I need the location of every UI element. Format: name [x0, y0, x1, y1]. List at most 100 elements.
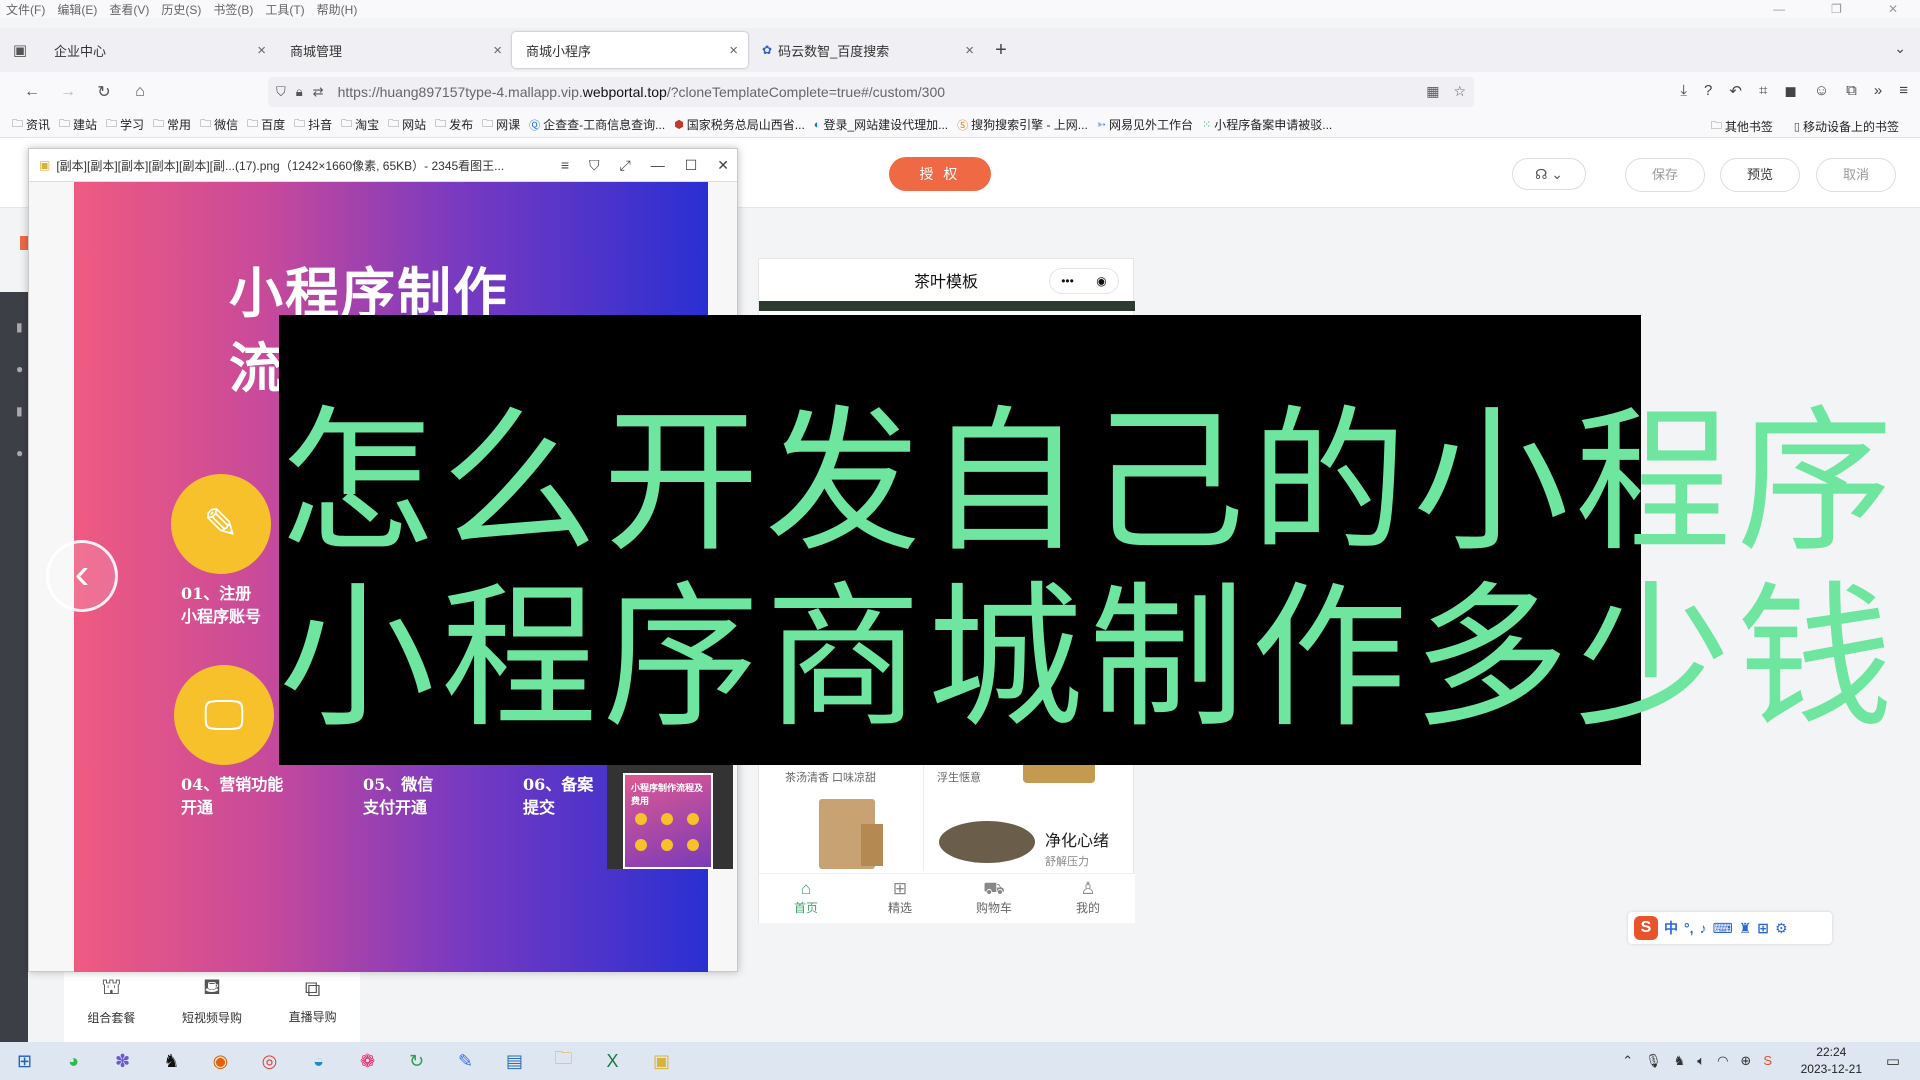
sidebar-drag-icon[interactable]: ● — [16, 362, 28, 376]
bookmark-folder[interactable]: 🗀 抖音 — [294, 115, 332, 134]
app-flower-icon[interactable]: ✽ — [98, 1051, 147, 1072]
close-icon[interactable]: ✕ — [1888, 2, 1898, 16]
keyboard-icon[interactable]: ⌨ — [1713, 920, 1733, 937]
back-icon[interactable]: ← — [14, 83, 50, 101]
lock-icon[interactable]: 🔒︎ — [296, 84, 303, 100]
bookmark-folder[interactable]: 🗀 资讯 — [12, 115, 50, 134]
image-viewer-app-icon[interactable]: ▣ — [637, 1051, 686, 1072]
ime-globe-icon[interactable]: ⊕ — [1740, 1053, 1751, 1069]
bookmark-folder[interactable]: 🗀 常用 — [153, 115, 191, 134]
bookmark-folder[interactable]: 🗀 建站 — [59, 115, 97, 134]
firefox-icon[interactable]: ◉ — [196, 1051, 245, 1072]
bookmark-folder[interactable]: 🗀 微信 — [200, 115, 238, 134]
file-explorer-icon[interactable]: 🗀 — [539, 1046, 588, 1076]
thumbnail-image[interactable]: 小程序制作流程及费用 — [623, 773, 713, 869]
fullscreen-icon[interactable]: ⤢ — [620, 157, 631, 174]
microphone-icon[interactable]: 🎙︎ — [1645, 1053, 1662, 1069]
punctuation-icon[interactable]: °, — [1684, 920, 1694, 936]
undo-icon[interactable]: ↶ — [1729, 82, 1742, 100]
minimize-icon[interactable]: — — [651, 157, 665, 174]
qq-penguin-icon[interactable]: ♞ — [147, 1051, 196, 1072]
previous-image-icon[interactable]: ‹ — [46, 540, 118, 612]
tab-profile[interactable]: ♙ 我的 — [1041, 874, 1135, 923]
sidebar-page-icon[interactable]: ▮ — [16, 320, 28, 334]
tab-cart[interactable]: ⛟ 购物车 — [947, 874, 1041, 923]
tea-leaves-image[interactable] — [939, 821, 1035, 863]
toolbox-icon[interactable]: ⊞ — [1757, 920, 1769, 937]
shield-icon[interactable]: ⛉ — [276, 84, 286, 100]
minimize-icon[interactable]: — — [1773, 2, 1785, 16]
wechat-icon[interactable]: ◕ — [49, 1051, 98, 1072]
chevron-down-icon[interactable]: ⌄ — [1894, 40, 1906, 57]
extensions-icon[interactable]: ⧉ — [1846, 82, 1857, 100]
tab-close-icon[interactable]: × — [729, 42, 738, 59]
combo-package-tool[interactable]: ⛫ 组合套餐 — [87, 974, 135, 1026]
hamburger-menu-icon[interactable]: ≡ — [1899, 82, 1908, 100]
authorize-button[interactable]: 授 权 — [889, 157, 991, 191]
live-stream-tool[interactable]: ⧉ 直播导购 — [289, 976, 337, 1025]
notes-app-icon[interactable]: ✎ — [441, 1051, 490, 1072]
menu-tools[interactable]: 工具(T) — [265, 1, 304, 18]
chrome-icon[interactable]: ◎ — [245, 1051, 294, 1072]
tab-mall-admin[interactable]: 商城管理 × — [276, 32, 512, 68]
menu-history[interactable]: 历史(S) — [161, 1, 201, 18]
ime-mode-label[interactable]: 中 — [1664, 918, 1678, 938]
bookmark-folder[interactable]: 🗀 发布 — [435, 115, 473, 134]
volume-icon[interactable]: 🔈︎ — [1697, 1053, 1705, 1069]
close-icon[interactable]: ✕ — [717, 157, 729, 174]
menu-file[interactable]: 文件(F) — [6, 1, 45, 18]
bookmark-star-icon[interactable]: ☆ — [1453, 83, 1466, 100]
tab-close-icon[interactable]: × — [965, 42, 974, 59]
tab-close-icon[interactable]: × — [257, 42, 266, 59]
other-bookmarks[interactable]: 🗀 其他书签 — [1711, 117, 1773, 136]
clock[interactable]: 22:24 2023-12-21 — [1801, 1044, 1862, 1078]
home-icon[interactable]: ⌂ — [122, 83, 158, 101]
bookmark-link[interactable]: ⬢ 国家税务总局山西省... — [674, 116, 805, 133]
tab-enterprise[interactable]: 企业中心 × — [40, 32, 276, 68]
preview-button[interactable]: 预览 — [1720, 158, 1800, 192]
target-close-icon[interactable]: ◉ — [1096, 274, 1106, 288]
new-tab-icon[interactable]: + — [984, 39, 1018, 62]
qq-tray-icon[interactable]: ♞ — [1674, 1053, 1686, 1069]
forward-icon[interactable]: → — [50, 83, 86, 101]
sidebar-module-icon[interactable]: ▮ — [16, 404, 28, 418]
windows-start-icon[interactable]: ⊞ — [0, 1051, 49, 1072]
green-app-icon[interactable]: ↻ — [392, 1051, 441, 1072]
skin-shirt-icon[interactable]: ♜ — [1739, 920, 1752, 937]
bookmark-link[interactable]: Ⓠ 企查查-工商信息查询... — [529, 116, 665, 133]
bookmark-folder[interactable]: 🗀 淘宝 — [341, 115, 379, 134]
tab-mall-miniprogram[interactable]: 商城小程序 × — [512, 32, 748, 68]
tab-home[interactable]: ⌂ 首页 — [759, 874, 853, 923]
address-bar[interactable]: ⛉ 🔒︎ ⇄ https://huang897157type-4.mallapp… — [268, 77, 1474, 107]
bookmark-link[interactable]: ⁙ 小程序备案申请被驳... — [1202, 116, 1332, 133]
customer-service-button[interactable]: ☊ ⌄ — [1512, 158, 1586, 190]
crop-icon[interactable]: ⌗ — [1759, 82, 1767, 100]
reload-icon[interactable]: ↻ — [86, 82, 122, 102]
restore-icon[interactable]: ❐ — [1831, 2, 1842, 16]
excel-icon[interactable]: X — [588, 1051, 637, 1072]
extension-mask-icon[interactable]: ◼ — [1784, 82, 1796, 100]
bookmark-folder[interactable]: 🗀 百度 — [247, 115, 285, 134]
bookmark-link[interactable]: Ⓢ 搜狗搜索引擎 - 上网... — [957, 116, 1088, 133]
skin-icon[interactable]: ⛉ — [589, 157, 600, 174]
sidebar-push-icon[interactable]: ● — [16, 446, 28, 460]
maximize-icon[interactable]: ☐ — [685, 157, 698, 174]
tab-featured[interactable]: ⊞ 精选 — [853, 874, 947, 923]
permissions-icon[interactable]: ⇄ — [313, 84, 324, 100]
edge-icon[interactable]: ◒ — [294, 1051, 343, 1072]
menu-icon[interactable]: ≡ — [561, 157, 569, 174]
tab-list-icon[interactable]: ▣ — [0, 41, 40, 59]
sogou-logo-icon[interactable]: S — [1634, 916, 1658, 940]
mobile-bookmarks[interactable]: ▯ 移动设备上的书签 — [1794, 117, 1899, 136]
window-app-icon[interactable]: ▤ — [490, 1051, 539, 1072]
menu-help[interactable]: 帮助(H) — [317, 1, 358, 18]
notification-icon[interactable]: ▭ — [1886, 1052, 1900, 1070]
more-tools-icon[interactable]: » — [1874, 82, 1882, 100]
more-dots-icon[interactable]: ••• — [1061, 274, 1074, 288]
bookmark-folder[interactable]: 🗀 学习 — [106, 115, 144, 134]
color-picker-icon[interactable]: ❁ — [343, 1051, 392, 1072]
tab-close-icon[interactable]: × — [493, 42, 502, 59]
download-icon[interactable]: ⤓ — [1680, 82, 1687, 100]
menu-view[interactable]: 查看(V) — [109, 1, 149, 18]
short-video-tool[interactable]: ⛾ 短视频导购 — [182, 974, 242, 1026]
